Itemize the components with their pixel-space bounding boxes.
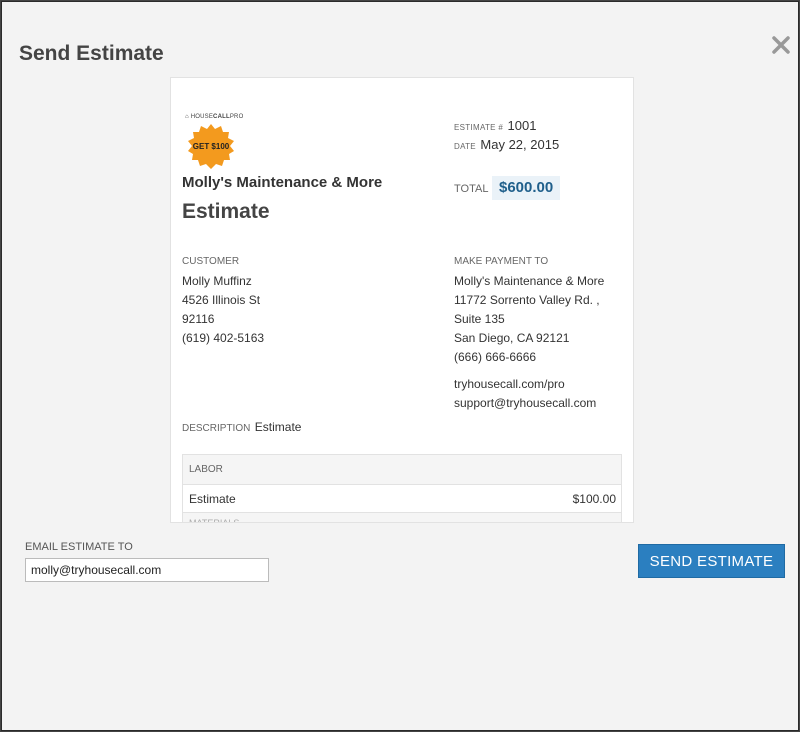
description-row: DESCRIPTION Estimate xyxy=(182,418,301,436)
estimate-number: 1001 xyxy=(507,118,537,133)
payment-name: Molly's Maintenance & More xyxy=(454,274,605,288)
date-label: Date xyxy=(454,142,476,151)
email-label: EMAIL ESTIMATE TO xyxy=(25,541,133,553)
total-label: TOTAL xyxy=(454,183,489,195)
estimate-preview[interactable]: ⌂ HOUSECALLPRO GET $100 Molly's Maintena… xyxy=(170,77,634,523)
estimate-number-row: Estimate # 1001 xyxy=(454,117,536,135)
modal-title: Send Estimate xyxy=(19,42,164,65)
table-row: Estimate $100.00 xyxy=(183,485,621,513)
badge-text: GET $100 xyxy=(192,142,230,151)
close-icon[interactable] xyxy=(768,32,794,58)
total-value: $600.00 xyxy=(492,176,561,200)
house-icon: ⌂ xyxy=(185,114,189,120)
brand-logo: ⌂ HOUSECALLPRO xyxy=(185,114,243,120)
line-items-table: LABOR Estimate $100.00 MATERIALS xyxy=(182,454,622,522)
customer-name: Molly Muffinz xyxy=(182,274,252,288)
customer-label: CUSTOMER xyxy=(182,256,240,267)
payment-label: MAKE PAYMENT TO xyxy=(454,256,549,267)
payment-website: tryhousecall.com/pro xyxy=(454,377,565,391)
materials-header-partial: MATERIALS xyxy=(183,513,621,522)
brand-prefix: HOUSE xyxy=(190,114,214,120)
payment-street: 11772 Sorrento Valley Rd. , xyxy=(454,293,600,307)
payment-email: support@tryhousecall.com xyxy=(454,396,597,410)
send-estimate-button[interactable]: SEND ESTIMATE xyxy=(638,544,785,578)
brand-suffix: PRO xyxy=(229,114,244,120)
email-input[interactable] xyxy=(25,558,269,582)
customer-zip: 92116 xyxy=(182,312,215,326)
company-name: Molly's Maintenance & More xyxy=(182,174,383,191)
labor-header: LABOR xyxy=(183,455,621,485)
item-amount: $100.00 xyxy=(572,492,616,506)
date-value: May 22, 2015 xyxy=(480,137,560,152)
payment-phone: (666) 666-6666 xyxy=(454,350,537,364)
customer-phone: (619) 402-5163 xyxy=(182,331,265,345)
description-label: DESCRIPTION xyxy=(182,423,251,434)
promo-badge[interactable]: GET $100 xyxy=(187,123,235,171)
brand-bold: CALL xyxy=(213,114,230,120)
document-title: Estimate xyxy=(182,200,270,223)
payment-suite: Suite 135 xyxy=(454,312,505,326)
date-row: Date May 22, 2015 xyxy=(454,136,559,154)
description-value: Estimate xyxy=(254,420,302,434)
customer-street: 4526 Illinois St xyxy=(182,293,261,307)
send-estimate-modal: Send Estimate ⌂ HOUSECALLPRO GET $100 Mo… xyxy=(1,1,799,731)
estimate-number-label: Estimate # xyxy=(454,123,504,132)
payment-city: San Diego, CA 92121 xyxy=(454,331,570,345)
item-name: Estimate xyxy=(189,492,236,506)
